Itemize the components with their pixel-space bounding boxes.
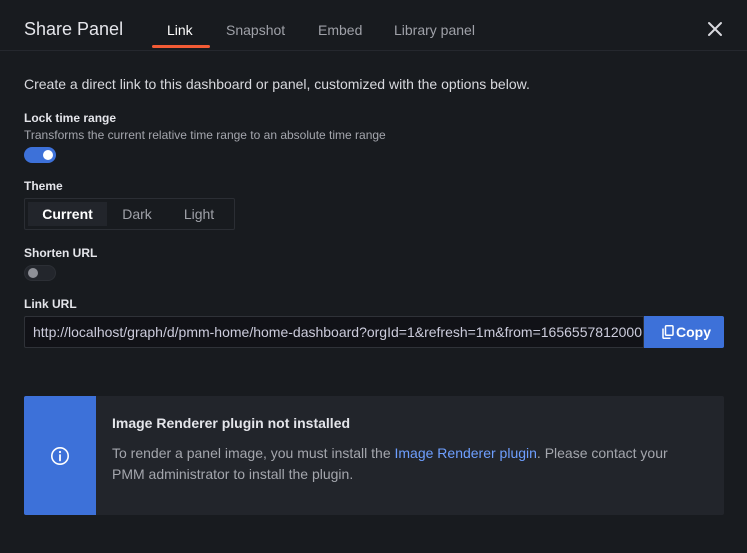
close-button[interactable] [706,20,724,38]
image-renderer-alert: Image Renderer plugin not installed To r… [24,396,724,515]
copy-button[interactable]: Copy [644,316,724,348]
alert-body-text: To render a panel image, you must instal… [112,445,395,461]
modal-title: Share Panel [24,19,124,39]
alert-title: Image Renderer plugin not installed [112,415,351,431]
close-icon [708,22,722,36]
tab-embed[interactable]: Embed [318,22,362,38]
shorten-url-label: Shorten URL [24,246,98,260]
toggle-knob [43,150,53,160]
active-tab-indicator [152,45,210,48]
tab-snapshot[interactable]: Snapshot [226,22,285,38]
info-circle-icon [51,447,69,465]
theme-radio-group: Current Dark Light [24,198,235,230]
copy-button-label: Copy [676,324,711,340]
lock-time-range-description: Transforms the current relative time ran… [24,128,386,142]
lock-time-range-label: Lock time range [24,111,117,125]
shorten-url-toggle[interactable] [24,265,56,281]
copy-icon [662,325,674,339]
alert-body: To render a panel image, you must instal… [112,443,702,485]
theme-option-current[interactable]: Current [28,202,107,226]
lock-time-range-toggle[interactable] [24,147,56,163]
theme-option-dark[interactable]: Dark [107,202,167,226]
link-url-input[interactable]: http://localhost/graph/d/pmm-home/home-d… [24,316,644,348]
toggle-knob [28,268,38,278]
share-description: Create a direct link to this dashboard o… [24,76,530,92]
theme-label: Theme [24,179,63,193]
theme-option-light[interactable]: Light [167,202,231,226]
tab-link[interactable]: Link [167,22,193,38]
image-renderer-plugin-link[interactable]: Image Renderer plugin [395,445,537,461]
alert-icon-box [24,396,96,515]
tab-library-panel[interactable]: Library panel [394,22,475,38]
modal-header: Share Panel Link Snapshot Embed Library … [0,0,747,51]
link-url-label: Link URL [24,297,77,311]
